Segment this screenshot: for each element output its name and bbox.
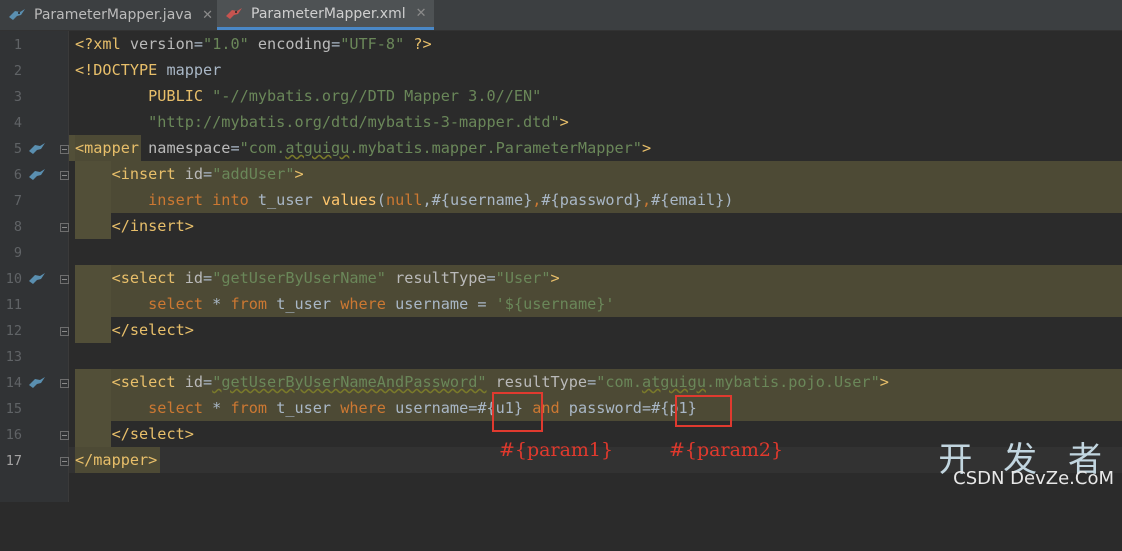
code-line: <select id="getUserByUserNameAndPassword…	[69, 369, 1122, 395]
line-number: 6	[13, 167, 22, 183]
line-number: 15	[5, 401, 22, 417]
code-line: <select id="getUserByUserName" resultTyp…	[69, 265, 1122, 291]
code-line: <!DOCTYPE mapper	[75, 61, 222, 79]
code-line: <insert id="addUser">	[69, 161, 1122, 187]
tab-parametermapper-xml[interactable]: ParameterMapper.xml ✕	[217, 0, 434, 30]
line-number: 1	[13, 37, 22, 53]
close-icon[interactable]: ✕	[202, 8, 213, 23]
line-number: 17	[5, 453, 22, 469]
highlight-box-p1	[675, 395, 732, 427]
line-number: 13	[5, 349, 22, 365]
fold-toggle-icon[interactable]	[60, 457, 69, 466]
fold-toggle-icon[interactable]	[60, 431, 69, 440]
fold-toggle-icon[interactable]	[60, 327, 69, 336]
mybatis-bird-icon	[225, 7, 243, 21]
close-icon[interactable]: ✕	[416, 6, 427, 21]
mybatis-bird-icon	[8, 8, 26, 22]
line-gutter: 1 2 3 4 5 6 7 8 9 10 11 12 13 14 15 16 1…	[0, 31, 69, 502]
mybatis-bird-icon[interactable]	[28, 141, 46, 155]
code-line: select * from t_user where username = '$…	[69, 291, 1122, 317]
line-number: 12	[5, 323, 22, 339]
mybatis-bird-icon[interactable]	[28, 271, 46, 285]
highlight-box-u1	[492, 392, 543, 432]
line-number: 14	[5, 375, 22, 391]
line-number: 9	[13, 245, 22, 261]
line-number: 7	[13, 193, 22, 209]
fold-toggle-icon[interactable]	[60, 145, 69, 154]
line-number: 4	[13, 115, 22, 131]
code-line: <?xml version="1.0" encoding="UTF-8" ?>	[75, 35, 432, 53]
line-number: 3	[13, 89, 22, 105]
line-number: 11	[5, 297, 22, 313]
line-number: 2	[13, 63, 22, 79]
tab-label: ParameterMapper.xml	[251, 5, 406, 22]
fold-toggle-icon[interactable]	[60, 223, 69, 232]
code-line: insert into t_user values(null,#{usernam…	[69, 187, 1122, 213]
code-line: "http://mybatis.org/dtd/mybatis-3-mapper…	[75, 113, 569, 131]
mybatis-bird-icon[interactable]	[28, 375, 46, 389]
line-number: 8	[13, 219, 22, 235]
tab-label: ParameterMapper.java	[34, 7, 193, 23]
watermark-text: CSDN DevZe.CoM	[953, 468, 1114, 489]
annotation-param1: #{param1}	[499, 439, 614, 461]
editor-tab-bar: ParameterMapper.java ✕ ParameterMapper.x…	[0, 0, 1122, 31]
code-line: </insert>	[69, 213, 1122, 239]
fold-toggle-icon[interactable]	[60, 379, 69, 388]
annotation-param2: #{param2}	[669, 439, 784, 461]
code-line: </select>	[69, 317, 1122, 343]
line-number: 5	[13, 141, 22, 157]
code-line: <mapper namespace="com.atguigu.mybatis.m…	[69, 135, 1122, 161]
line-number: 10	[5, 271, 22, 287]
fold-toggle-icon[interactable]	[60, 275, 69, 284]
code-line: select * from t_user where username=#{u1…	[69, 395, 1122, 421]
line-number: 16	[5, 427, 22, 443]
mybatis-bird-icon[interactable]	[28, 167, 46, 181]
code-line: PUBLIC "-//mybatis.org//DTD Mapper 3.0//…	[75, 87, 542, 105]
tab-parametermapper-java[interactable]: ParameterMapper.java ✕	[0, 0, 215, 30]
fold-toggle-icon[interactable]	[60, 171, 69, 180]
